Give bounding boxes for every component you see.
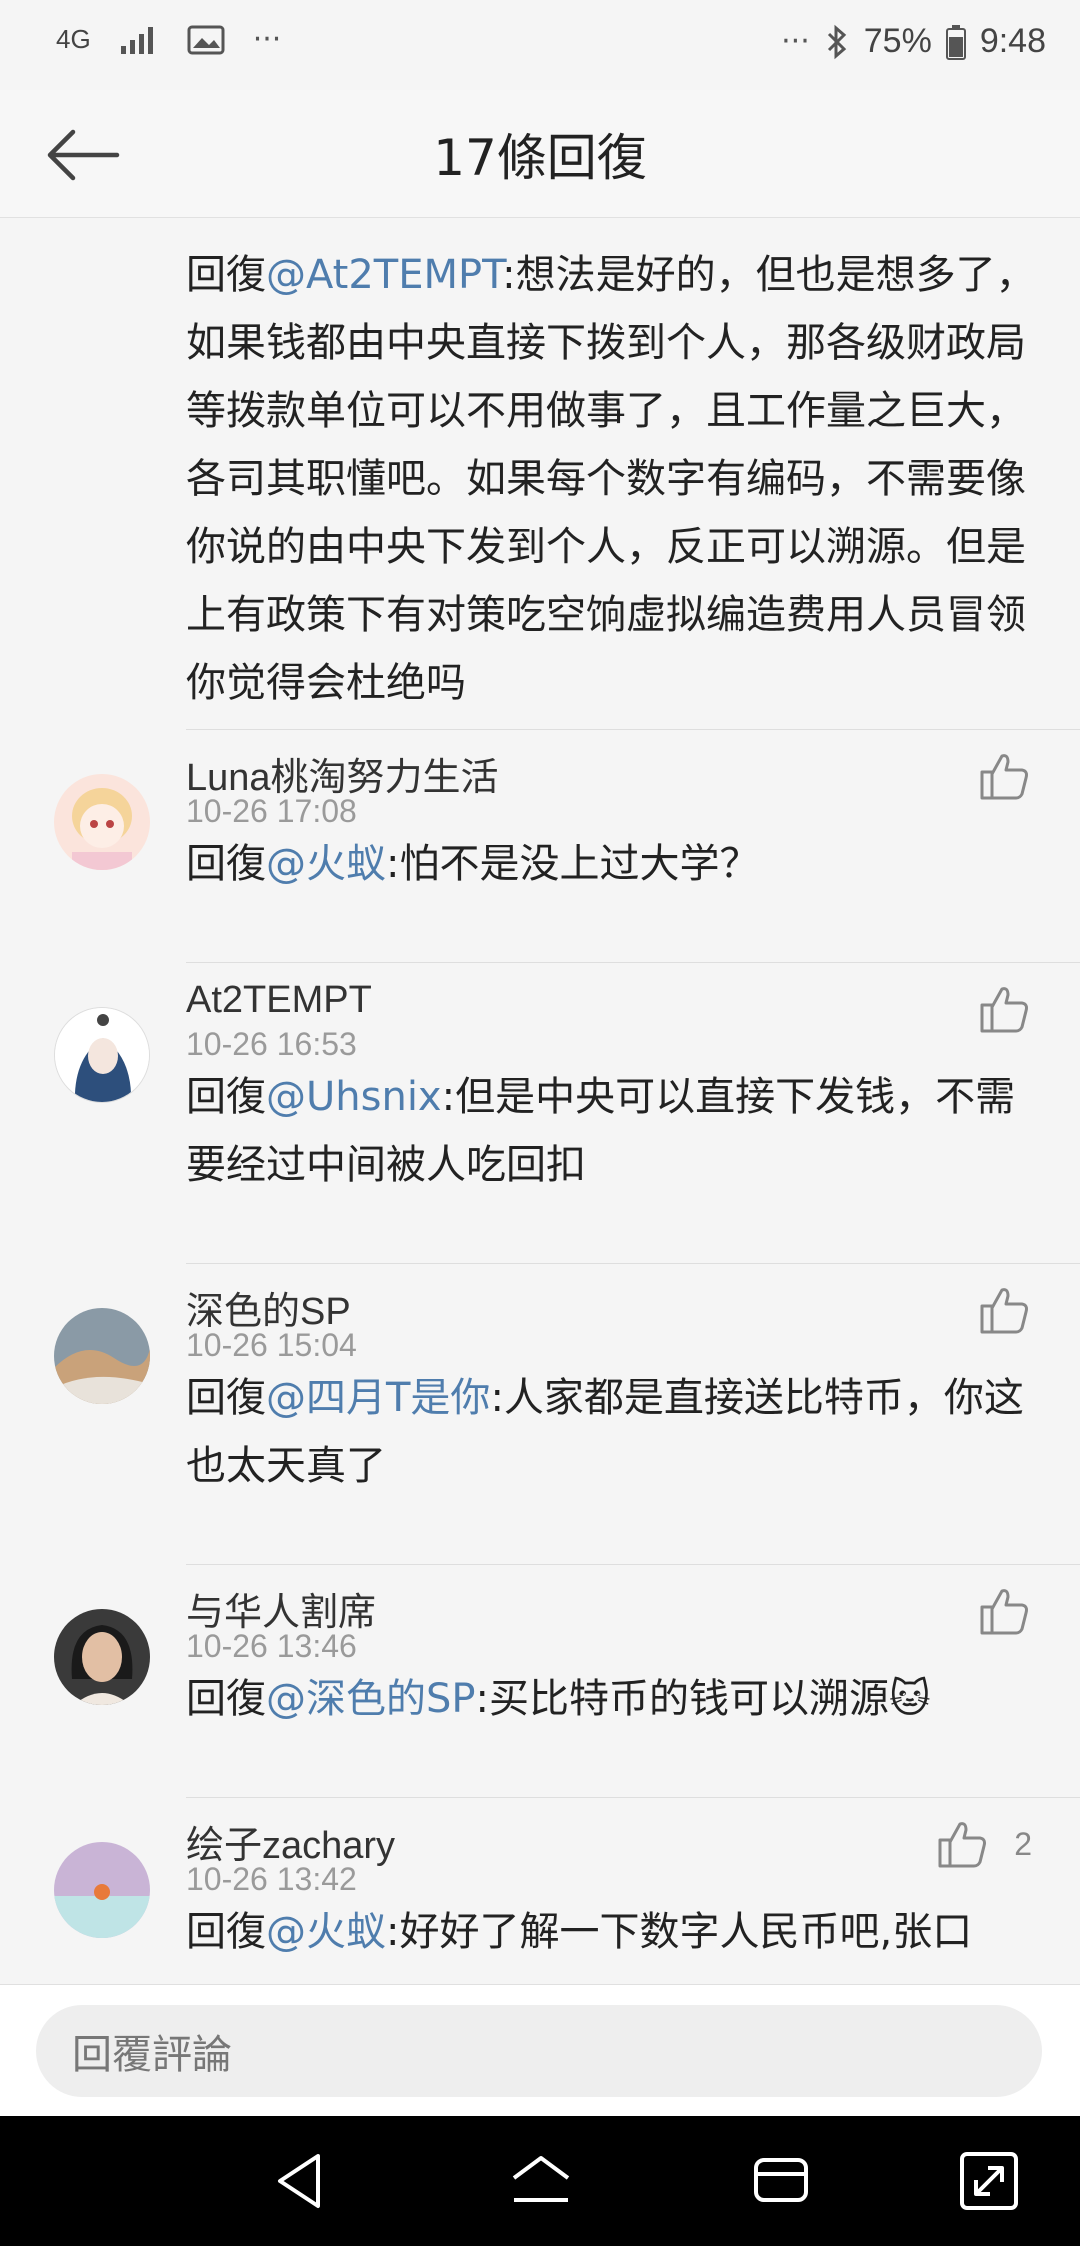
- nav-back-button[interactable]: [266, 2146, 336, 2216]
- avatar-image: [54, 774, 150, 870]
- more-icon: ···: [252, 22, 282, 57]
- reply-text: :想法是好的，但也是想多了，如果钱都由中央直接下拨到个人，那各级财政局等拨款单位…: [186, 252, 1036, 706]
- comment-item[interactable]: Luna桃淘努力生活 10-26 17:08 回復@火蚁:怕不是没上过大学？: [0, 730, 1080, 962]
- comment-text: :好好了解一下数字人民币吧,张口: [386, 1909, 973, 1955]
- mention-link[interactable]: @Uhsnix: [266, 1074, 442, 1120]
- battery-percent: 75%: [863, 22, 932, 60]
- avatar[interactable]: [54, 1609, 150, 1705]
- thumbs-up-icon: [980, 1589, 1028, 1635]
- page-title: 17條回復: [433, 129, 647, 187]
- more-icon: ···: [781, 24, 810, 59]
- emoji-icon: 🐱: [889, 1676, 931, 1722]
- reply-prefix: 回復: [186, 1074, 266, 1120]
- comment-item[interactable]: 与华人割席 10-26 13:46 回復@深色的SP:买比特币的钱可以溯源🐱: [0, 1565, 1080, 1797]
- image-icon: [187, 25, 225, 54]
- comment-list[interactable]: 回復@At2TEMPT:想法是好的，但也是想多了，如果钱都由中央直接下拨到个人，…: [0, 219, 1080, 1984]
- avatar-image: [54, 1842, 150, 1938]
- mention-link[interactable]: @At2TEMPT: [266, 252, 502, 298]
- bluetooth-icon: [827, 24, 846, 59]
- mention-link[interactable]: @火蚁: [266, 1909, 386, 1955]
- avatar[interactable]: [54, 774, 150, 870]
- expand-icon: [960, 2152, 1018, 2210]
- avatar[interactable]: [54, 1308, 150, 1404]
- reply-prefix: 回復: [186, 1375, 266, 1421]
- reply-body[interactable]: 回復@At2TEMPT:想法是好的，但也是想多了，如果钱都由中央直接下拨到个人，…: [186, 241, 1036, 717]
- reply-input[interactable]: 回覆評論: [36, 2005, 1042, 2097]
- thumbs-up-icon: [980, 1288, 1028, 1334]
- comment-item[interactable]: At2TEMPT 10-26 16:53 回復@Uhsnix:但是中央可以直接下…: [0, 963, 1080, 1263]
- nav-home-button[interactable]: [506, 2146, 576, 2216]
- network-type: 4G: [56, 24, 91, 54]
- reply-prefix: 回復: [186, 841, 266, 887]
- comment-time: 10-26 15:04: [186, 1327, 357, 1363]
- like-button[interactable]: [976, 1583, 1032, 1639]
- nav-expand-button[interactable]: [954, 2146, 1024, 2216]
- thumbs-up-icon: [980, 754, 1028, 800]
- avatar-image: [54, 1308, 150, 1404]
- clock: 9:48: [979, 22, 1046, 60]
- comment-time: 10-26 16:53: [186, 1026, 357, 1062]
- signal-icon: [120, 26, 153, 54]
- comment-body[interactable]: 回復@火蚁:好好了解一下数字人民币吧,张口: [186, 1898, 1036, 1966]
- avatar-image: [54, 1609, 150, 1705]
- comment-time: 10-26 13:42: [186, 1861, 357, 1897]
- reply-input-bar: 回覆評論: [0, 1984, 1080, 2116]
- battery-icon: [945, 24, 966, 60]
- avatar[interactable]: [54, 1007, 150, 1103]
- status-bar: 4G ··· ··· 75% 9:48: [0, 0, 1080, 90]
- like-button[interactable]: [976, 981, 1032, 1037]
- comment-text: :买比特币的钱可以溯源: [475, 1676, 889, 1722]
- like-count: 2: [1014, 1826, 1032, 1862]
- like-button[interactable]: [934, 1816, 990, 1872]
- mention-link[interactable]: @深色的SP: [266, 1676, 476, 1722]
- reply-prefix: 回復: [186, 252, 266, 298]
- reply-prefix: 回復: [186, 1676, 266, 1722]
- thumbs-up-icon: [980, 987, 1028, 1033]
- avatar-image: [55, 1008, 149, 1102]
- system-nav-bar: [0, 2116, 1080, 2246]
- mention-link[interactable]: @四月T是你: [266, 1375, 490, 1421]
- comment-item[interactable]: 绘子zachary 10-26 13:42 2 回復@火蚁:好好了解一下数字人民…: [0, 1798, 1080, 1984]
- nav-recents-button[interactable]: [746, 2146, 816, 2216]
- home-icon: [512, 2156, 570, 2202]
- header: 17條回復: [0, 90, 1080, 218]
- avatar[interactable]: [54, 1842, 150, 1938]
- thumbs-up-icon: [938, 1822, 986, 1868]
- mention-link[interactable]: @火蚁: [266, 841, 386, 887]
- comment-body[interactable]: 回復@火蚁:怕不是没上过大学？: [186, 830, 1036, 898]
- recents-icon: [754, 2158, 808, 2202]
- like-button[interactable]: [976, 748, 1032, 804]
- comment-text: :怕不是没上过大学？: [386, 841, 760, 887]
- comment-body[interactable]: 回復@四月T是你:人家都是直接送比特币，你这也太天真了: [186, 1364, 1036, 1500]
- back-triangle-icon: [278, 2154, 320, 2208]
- like-button[interactable]: [976, 1282, 1032, 1338]
- reply-prefix: 回復: [186, 1909, 266, 1955]
- comment-time: 10-26 17:08: [186, 793, 357, 829]
- comment-body[interactable]: 回復@Uhsnix:但是中央可以直接下发钱，不需要经过中间被人吃回扣: [186, 1063, 1036, 1199]
- comment-time: 10-26 13:46: [186, 1628, 357, 1664]
- comment-body[interactable]: 回復@深色的SP:买比特币的钱可以溯源🐱: [186, 1665, 1036, 1733]
- comment-username[interactable]: At2TEMPT: [186, 979, 372, 1022]
- comment-item[interactable]: 深色的SP 10-26 15:04 回復@四月T是你:人家都是直接送比特币，你这…: [0, 1264, 1080, 1564]
